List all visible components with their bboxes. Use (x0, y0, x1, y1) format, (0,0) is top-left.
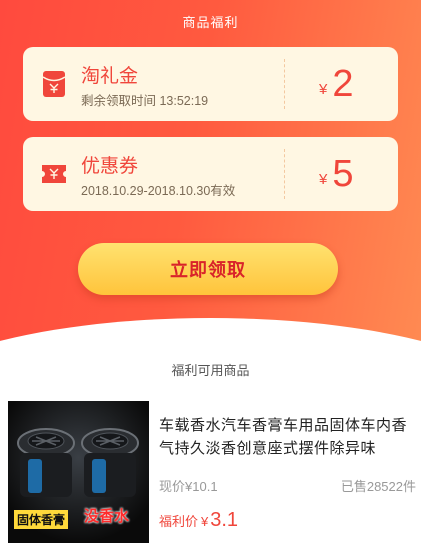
deal-price-label: 福利价 (159, 514, 199, 529)
coupon-amount: ¥ 5 (319, 149, 353, 199)
coupon-validity: 2018.10.29-2018.10.30有效 (81, 184, 236, 198)
deal-price: 福利价 ¥ 3.1 (159, 509, 238, 532)
product-card[interactable]: 固体香膏 没香水 车载香水汽车香膏车用品固体车内香气持久淡香创意座式摆件除异味 … (8, 401, 421, 546)
coupon-card-discount[interactable]: 优惠券 2018.10.29-2018.10.30有效 ¥ 5 (23, 137, 398, 211)
page-title: 商品福利 (182, 15, 239, 30)
coupon-amount: ¥ 2 (319, 59, 353, 109)
product-meta: 现价¥10.1 已售28522件 (159, 476, 416, 495)
red-envelope-icon (41, 71, 67, 97)
currency-symbol: ¥ (319, 170, 328, 188)
coupon-name: 优惠券 (81, 156, 139, 177)
image-slogan: 没香水 (84, 508, 130, 525)
original-price-label: 现价 (159, 479, 186, 494)
product-title[interactable]: 车载香水汽车香膏车用品固体车内香气持久淡香创意座式摆件除异味 (159, 414, 416, 460)
product-image[interactable]: 固体香膏 没香水 (8, 401, 149, 543)
currency-symbol: ¥ (319, 80, 328, 98)
coupon-divider (284, 59, 285, 109)
amount-value: 5 (332, 152, 354, 195)
currency-symbol: ¥ (201, 514, 209, 529)
sold-count: 已售28522件 (340, 479, 416, 494)
coupon-card-taolijin[interactable]: 淘礼金 剩余领取时间 13:52:19 ¥ 2 (23, 47, 398, 121)
claim-now-button[interactable]: 立即领取 (78, 243, 338, 295)
section-title: 福利可用商品 (171, 363, 250, 378)
hero-curve (0, 318, 421, 345)
coupon-countdown: 剩余领取时间 13:52:19 (81, 94, 209, 108)
deal-price-value: 3.1 (210, 509, 239, 531)
ticket-icon (41, 161, 67, 187)
coupon-divider (284, 149, 285, 199)
original-price: 现价¥10.1 (159, 476, 218, 495)
original-price-value: 10.1 (192, 479, 218, 494)
coupon-name: 淘礼金 (81, 66, 139, 87)
amount-value: 2 (332, 62, 354, 105)
image-badge: 固体香膏 (14, 510, 69, 529)
